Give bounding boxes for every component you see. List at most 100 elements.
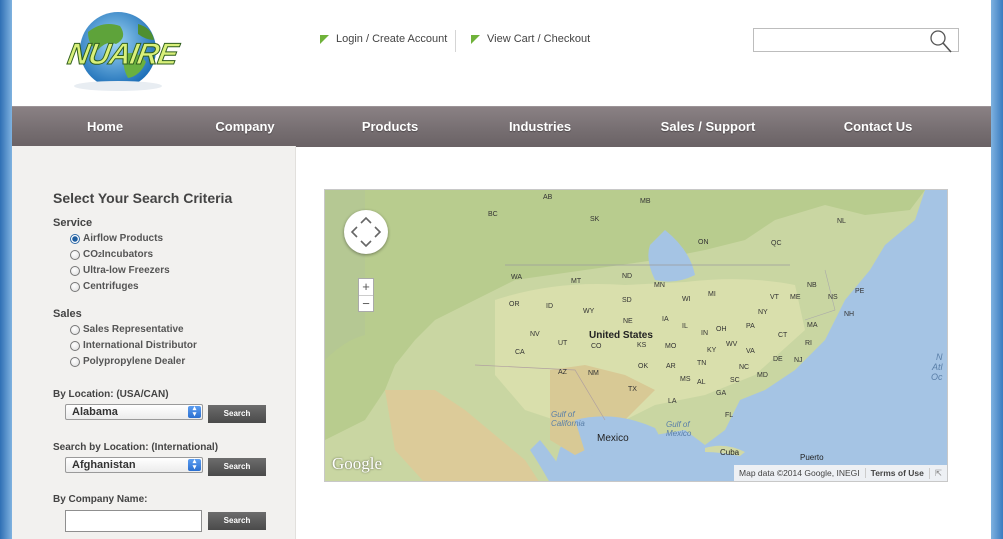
map-label: MD (757, 372, 768, 379)
site-search (753, 27, 959, 55)
company-name-label: By Company Name: (53, 494, 148, 505)
radio-airflow-products[interactable]: Airflow Products (70, 233, 163, 244)
zoom-out-button[interactable]: − (359, 295, 373, 312)
cart-link[interactable]: View Cart / Checkout (471, 33, 590, 45)
radio-centrifuges[interactable]: Centrifuges (70, 281, 139, 292)
map-label: PA (746, 323, 755, 330)
map-label: ME (790, 294, 801, 301)
map-label: MB (640, 198, 651, 205)
login-label: Login / Create Account (336, 33, 448, 45)
radio-ultra-low-freezers[interactable]: Ultra-low Freezers (70, 265, 170, 276)
radio-button[interactable] (70, 356, 80, 367)
radio-label: Ultra-low Freezers (83, 265, 170, 276)
map-label: CO (591, 343, 602, 350)
map-label: CT (778, 332, 788, 339)
header-divider (455, 30, 456, 52)
nuaire-logo[interactable]: NUAIRE (58, 10, 182, 92)
map-label: SD (622, 297, 632, 304)
map-label: WV (726, 341, 738, 348)
logo-text: NUAIRE (65, 38, 181, 72)
map-label-water: Gulf of Mexico (666, 420, 692, 438)
radio-international-distributor[interactable]: International Distributor (70, 340, 197, 351)
map-label: AB (543, 194, 553, 201)
radio-button[interactable] (70, 340, 80, 351)
search-icon[interactable] (928, 27, 954, 55)
google-logo[interactable]: Google (332, 454, 382, 474)
map-label: AZ (558, 369, 567, 376)
nav-sales-support[interactable]: Sales / Support (661, 107, 756, 147)
radio-button[interactable] (70, 265, 80, 276)
radio-polypropylene-dealer[interactable]: Polypropylene Dealer (70, 356, 185, 367)
map-label: NL (837, 218, 846, 225)
radio-button[interactable] (70, 281, 80, 292)
expand-icon[interactable]: ⇱ (928, 467, 947, 479)
radio-label: Polypropylene Dealer (83, 356, 186, 367)
map-label: VT (770, 294, 779, 301)
map-label: MO (665, 343, 677, 350)
radio-label: Airflow Products (83, 233, 164, 244)
map-label-water: Gulf of California (551, 410, 585, 428)
site-search-input[interactable] (757, 30, 931, 52)
sales-heading: Sales (53, 308, 82, 320)
select-arrows-icon: ▴ ▾ (188, 405, 201, 418)
map-label: NC (739, 364, 750, 371)
map-label: UT (558, 340, 568, 347)
map-label-country: United States (589, 330, 653, 341)
pan-control-icon[interactable] (344, 210, 388, 254)
map-label: KS (637, 342, 647, 349)
location-intl-search-button[interactable]: Search (208, 458, 266, 476)
map-label: OH (716, 326, 727, 333)
radio-co2-incubators[interactable]: CO2Incubators (70, 249, 153, 260)
map-label: ND (622, 273, 633, 280)
dealer-map[interactable]: AB MB BC SK NL ON QC WA MT ND MN NB PE M… (324, 189, 948, 482)
state-select-value: Alabama (72, 406, 118, 418)
map-label: MA (807, 322, 818, 329)
green-flag-icon (471, 34, 480, 44)
map-label: IL (682, 323, 688, 330)
zoom-in-button[interactable]: + (359, 279, 373, 295)
search-criteria-sidebar: Select Your Search Criteria Service Airf… (12, 146, 296, 539)
map-label: NV (530, 331, 540, 338)
company-search-button[interactable]: Search (208, 512, 266, 530)
radio-sales-representative[interactable]: Sales Representative (70, 324, 184, 335)
location-us-label: By Location: (USA/CAN) (53, 389, 169, 400)
map-label: WI (682, 296, 691, 303)
company-name-input[interactable] (65, 510, 202, 532)
nav-contact-us[interactable]: Contact Us (844, 107, 913, 147)
radio-label: CO2Incubators (83, 249, 154, 260)
service-heading: Service (53, 217, 93, 229)
radio-button-selected[interactable] (70, 233, 80, 244)
map-label: DE (773, 356, 783, 363)
map-label-country: Puerto (800, 453, 824, 462)
nav-industries[interactable]: Industries (509, 107, 571, 147)
map-label: CA (515, 349, 525, 356)
nav-home[interactable]: Home (87, 107, 123, 147)
location-us-search-button[interactable]: Search (208, 405, 266, 423)
map-label: BC (488, 211, 498, 218)
state-select[interactable]: Alabama ▴ ▾ (65, 404, 203, 420)
radio-button[interactable] (70, 324, 80, 335)
map-label: MI (708, 291, 716, 298)
radio-button[interactable] (70, 249, 80, 260)
location-intl-label: Search by Location: (International) (53, 442, 219, 453)
map-label: TX (628, 386, 637, 393)
map-label: NE (623, 318, 633, 325)
terms-of-use-link[interactable]: Terms of Use (864, 468, 929, 478)
login-link[interactable]: Login / Create Account (320, 33, 447, 45)
nav-company[interactable]: Company (215, 107, 274, 147)
zoom-control: + − (358, 278, 374, 312)
map-label: AL (697, 379, 706, 386)
map-label-country: Mexico (597, 433, 629, 444)
main-nav: Home Company Products Industries Sales /… (12, 106, 991, 147)
map-label: AR (666, 363, 676, 370)
radio-label: International Distributor (83, 340, 197, 351)
nav-products[interactable]: Products (362, 107, 418, 147)
map-label: TN (697, 360, 707, 367)
radio-label: Centrifuges (83, 281, 139, 292)
green-flag-icon (320, 34, 329, 44)
map-label-water: N Atl Oc (931, 352, 943, 382)
cart-label: View Cart / Checkout (487, 33, 591, 45)
country-select[interactable]: Afghanistan ▴ ▾ (65, 457, 203, 473)
map-label: SC (730, 377, 740, 384)
map-label: VA (746, 348, 755, 355)
